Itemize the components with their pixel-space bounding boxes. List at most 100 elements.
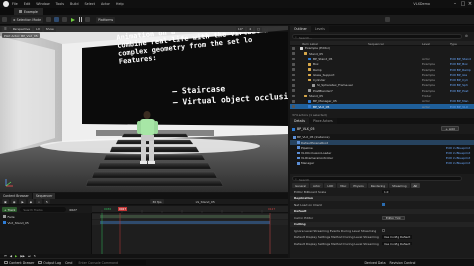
tab-place-actors[interactable]: Place Actors <box>309 118 337 124</box>
menu-file[interactable]: File <box>12 2 18 6</box>
blueprint-icon[interactable] <box>54 17 60 22</box>
component-row[interactable]: DefaultSceneRoot <box>290 140 474 145</box>
outliner-row-edit-link[interactable]: Edit BP_Man <box>450 99 468 103</box>
camera-icon[interactable]: ◉ <box>10 199 18 204</box>
cmd-dropdown[interactable]: Cmd <box>65 261 72 265</box>
visibility-eye-icon[interactable] <box>292 62 295 66</box>
menu-select[interactable]: Select <box>85 2 95 6</box>
visibility-eye-icon[interactable] <box>292 84 295 87</box>
outliner-settings-icon[interactable]: ⚙ <box>465 34 468 38</box>
track-row[interactable]: Fade <box>0 214 92 219</box>
outliner-row[interactable]: Cylinder Example Edit BP_Cyli <box>290 78 474 83</box>
component-row[interactable]: Pipeline Edit in Blueprint <box>290 145 474 150</box>
menu-window[interactable]: Window <box>36 2 49 6</box>
property-section[interactable]: Replication <box>290 195 474 201</box>
selection-mode-dropdown[interactable]: ➤ Selection Mode <box>11 16 44 23</box>
menu-tools[interactable]: Tools <box>56 2 64 6</box>
visibility-eye-icon[interactable] <box>292 57 295 61</box>
track-search-input[interactable]: Search Tracks <box>20 207 67 212</box>
property-checkbox[interactable] <box>382 202 386 207</box>
outliner-row[interactable]: BP_Manager_05 Actor Edit BP_Man <box>290 99 474 104</box>
property-section[interactable]: Default <box>290 208 474 214</box>
lit-button[interactable]: Lit <box>34 26 42 32</box>
outliner-row-edit-link[interactable]: Edit BP_Ramp <box>450 68 471 72</box>
level-viewport[interactable]: Animation on a combine real-life with th… <box>0 26 288 192</box>
filter-streaming[interactable]: Streaming <box>389 183 410 188</box>
current-time-field[interactable]: 0027 <box>69 208 77 212</box>
console-input[interactable]: Enter Console Command <box>76 260 147 265</box>
more-play-options-icon[interactable] <box>85 17 91 22</box>
close-icon[interactable]: × <box>467 1 473 7</box>
tab-details[interactable]: Details <box>290 118 310 124</box>
outliner-row[interactable]: BP_Stand_05 Actor Edit BP_Stand <box>290 57 474 62</box>
viewport-options-button[interactable]: ☰ <box>2 26 9 32</box>
property-checkbox[interactable] <box>382 228 386 233</box>
outliner-row[interactable]: Stand_05 <box>290 51 474 56</box>
filter-all[interactable]: All <box>410 183 420 188</box>
outliner-row-edit-link[interactable]: Edit BP_Cyli <box>450 78 468 82</box>
render-icon[interactable]: ▶ <box>19 199 26 204</box>
maximize-icon[interactable]: □ <box>460 1 466 7</box>
minimize-icon[interactable]: – <box>452 1 458 7</box>
details-search-input[interactable]: ⌕ Search <box>292 176 462 182</box>
perspective-button[interactable]: Perspective <box>10 26 33 32</box>
output-log-button[interactable]: Output Log <box>38 261 61 265</box>
menu-build[interactable]: Build <box>70 2 79 6</box>
loop-icon[interactable]: ↻ <box>43 199 51 204</box>
visibility-eye-icon[interactable] <box>292 52 295 55</box>
visibility-eye-icon[interactable] <box>292 105 295 108</box>
outliner-row[interactable]: Box Example Edit BP_Box <box>290 62 474 67</box>
outliner-row-edit-link[interactable]: Edit BP_Box <box>450 62 468 66</box>
edit-in-blueprint-link[interactable]: Edit in Blueprint <box>446 151 470 155</box>
revision-control-button[interactable]: Revision Control <box>390 261 416 265</box>
outliner-row[interactable]: Ramp Example Edit BP_Ramp <box>290 67 474 72</box>
play-button[interactable] <box>71 17 76 22</box>
outliner-row-edit-link[interactable]: Edit BP_Sph <box>450 83 468 87</box>
fps-dropdown[interactable]: 30 fps <box>150 199 164 204</box>
visibility-eye-icon[interactable] <box>292 68 295 71</box>
edit-in-blueprint-link[interactable]: Edit in Blueprint <box>446 161 470 165</box>
add-component-button[interactable]: + Add <box>441 126 459 131</box>
derived-data-button[interactable]: Derived Data <box>364 261 385 265</box>
timeline-ruler[interactable]: 0036 0027 0127 <box>92 206 288 213</box>
filter-actor[interactable]: Actor <box>310 183 324 188</box>
tab-levels[interactable]: Levels <box>310 26 329 32</box>
visibility-eye-icon[interactable] <box>292 73 295 77</box>
visibility-eye-icon[interactable] <box>292 100 295 103</box>
editor-tick-button[interactable]: Editor Tick <box>382 215 405 220</box>
save-sequence-icon[interactable]: ▣ <box>2 199 9 204</box>
component-row[interactable]: VLXCameraController Edit in Blueprint <box>290 156 474 161</box>
filter-lod[interactable]: LOD <box>324 183 337 188</box>
cinematics-icon[interactable] <box>62 17 68 22</box>
outliner-row[interactable]: Stand_05 Folder <box>290 94 474 99</box>
filter-rendering[interactable]: Rendering <box>367 183 389 188</box>
visibility-eye-icon[interactable] <box>292 94 295 98</box>
component-row[interactable]: VLXOcclusionLoader Edit in Blueprint <box>290 151 474 156</box>
property-value-field[interactable]: Use Config Default <box>382 242 413 246</box>
visibility-eye-icon[interactable] <box>292 78 295 82</box>
component-row[interactable]: Manager Edit in Blueprint <box>290 161 474 166</box>
menu-actor[interactable]: Actor <box>101 2 110 6</box>
keyframe-icon[interactable]: ◆ <box>27 199 35 204</box>
pause-button[interactable] <box>78 17 83 22</box>
outliner-search-input[interactable]: ⌕ Search... <box>292 34 462 40</box>
snap-icon[interactable]: ⌗ <box>36 199 42 204</box>
maximize-viewport-button[interactable]: □ <box>255 26 262 32</box>
filter-general[interactable]: General <box>292 183 310 188</box>
component-row[interactable]: BP_VLX_05 (Instance) <box>290 135 474 140</box>
save-icon[interactable] <box>2 17 7 22</box>
snap-button[interactable]: 10° <box>235 26 246 32</box>
camera-speed-button[interactable]: 4 <box>247 26 254 32</box>
property-value-field[interactable]: Use Config Default <box>382 235 413 239</box>
outliner-row-edit-link[interactable]: Edit BP_Gla <box>450 73 467 77</box>
track-row[interactable]: VLX_Stand_05 <box>0 220 92 225</box>
show-button[interactable]: Show <box>43 26 56 32</box>
outliner-row-edit-link[interactable]: Edit BP_Stand <box>450 57 471 61</box>
outliner-row-edit-link[interactable]: Edit BP_Post <box>450 89 468 93</box>
property-value-field[interactable]: 1.0 <box>382 190 391 194</box>
sequencer-timeline[interactable] <box>92 213 288 254</box>
outliner-row[interactable]: BP_VLX_05 Actor Edit BP_VLX <box>290 104 474 109</box>
settings-icon[interactable] <box>385 17 391 22</box>
property-section[interactable]: Culling <box>290 221 474 227</box>
actor-name[interactable]: BP_VLX_05 <box>297 127 315 131</box>
